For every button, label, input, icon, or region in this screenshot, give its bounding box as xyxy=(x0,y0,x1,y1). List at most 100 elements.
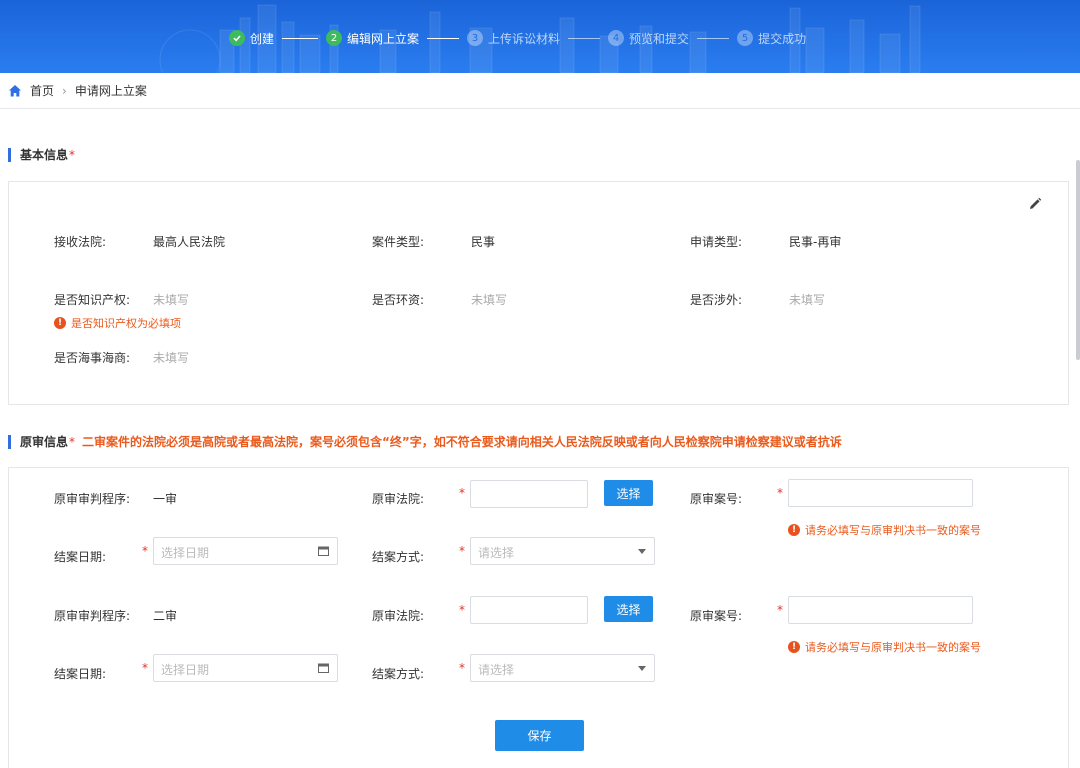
section-title-text: 原审信息 xyxy=(20,435,69,449)
field-label: 是否环资: xyxy=(372,293,425,307)
ip-required-error: ! 是否知识产权为必填项 xyxy=(54,315,181,331)
top-banner: 创建 2 编辑网上立案 3 上传诉讼材料 4 预览和提交 5 提交成功 xyxy=(0,0,1080,73)
step-upload: 3 上传诉讼材料 xyxy=(467,30,560,47)
close-date-label: 结案日期: xyxy=(54,550,107,564)
original-court-input[interactable] xyxy=(470,596,588,624)
close-date-label: 结案日期: xyxy=(54,667,107,681)
section-bar xyxy=(8,434,11,449)
section-bar xyxy=(8,147,11,162)
error-text: 请务必填写与原审判决书一致的案号 xyxy=(805,641,981,654)
placeholder: 选择日期 xyxy=(161,663,210,677)
field-label: 案件类型: xyxy=(372,235,425,249)
step-connector xyxy=(697,37,730,39)
home-icon[interactable] xyxy=(8,84,22,98)
required-mark: * xyxy=(777,603,783,617)
step-connector xyxy=(427,37,460,39)
required-mark: * xyxy=(459,603,465,617)
field-label: 申请类型: xyxy=(690,235,743,249)
step-edit: 2 编辑网上立案 xyxy=(326,30,419,47)
close-method-label: 结案方式: xyxy=(372,667,425,681)
step-label: 上传诉讼材料 xyxy=(488,31,561,46)
breadcrumb-home[interactable]: 首页 xyxy=(30,82,54,99)
field-is-maritime: 是否海事海商: 未填写 xyxy=(54,349,189,366)
step-label: 预览和提交 xyxy=(629,31,690,46)
required-mark: * xyxy=(459,486,465,500)
scrollbar-thumb[interactable] xyxy=(1076,160,1080,360)
field-is-foreign: 是否涉外: 未填写 xyxy=(690,291,825,308)
basic-info-panel: 接收法院: 最高人民法院 案件类型: 民事 申请类型: 民事-再审 是否知识产权… xyxy=(8,181,1069,405)
field-value: 未填写 xyxy=(153,293,190,307)
field-label: 是否涉外: xyxy=(690,293,743,307)
exclamation-circle-icon: ! xyxy=(788,524,800,536)
step-create: 创建 xyxy=(229,30,274,47)
section-title-original: 原审信息 * 二审案件的法院必须是高院或者最高法院，案号必须包含“终”字，如不符… xyxy=(8,433,842,450)
field-value: 民事 xyxy=(471,235,496,249)
field-value: 未填写 xyxy=(471,293,508,307)
check-icon xyxy=(229,30,245,46)
field-value: 未填写 xyxy=(153,351,190,365)
required-mark: * xyxy=(777,486,783,500)
required-mark: * xyxy=(142,661,148,675)
field-label: 是否海事海商: xyxy=(54,351,131,365)
choose-court-button[interactable]: 选择 xyxy=(604,596,653,622)
field-case-type: 案件类型: 民事 xyxy=(372,233,495,250)
procedure-label: 原审审判程序: xyxy=(54,492,131,506)
case-no-label: 原审案号: xyxy=(690,492,743,506)
field-value: 最高人民法院 xyxy=(153,235,226,249)
calendar-icon xyxy=(318,546,329,556)
step-connector xyxy=(282,37,319,39)
exclamation-circle-icon: ! xyxy=(788,641,800,653)
field-receiving-court: 接收法院: 最高人民法院 xyxy=(54,233,225,250)
field-apply-type: 申请类型: 民事-再审 xyxy=(690,233,841,250)
error-text: 请务必填写与原审判决书一致的案号 xyxy=(805,524,981,537)
required-mark: * xyxy=(459,661,465,675)
procedure-value: 二审 xyxy=(153,609,178,623)
caret-down-icon xyxy=(638,666,646,671)
choose-court-button[interactable]: 选择 xyxy=(604,480,653,506)
required-mark: * xyxy=(69,147,76,162)
case-no-input[interactable] xyxy=(788,596,973,624)
main-content: 基本信息 * 接收法院: 最高人民法院 案件类型: 民事 申请类型: 民事-再审… xyxy=(0,109,1080,768)
case-no-error: ! 请务必填写与原审判决书一致的案号 xyxy=(788,639,981,655)
placeholder: 请选择 xyxy=(478,663,515,677)
close-date-picker[interactable]: 选择日期 xyxy=(153,654,338,682)
field-value: 未填写 xyxy=(789,293,826,307)
section-note: 二审案件的法院必须是高院或者最高法院，案号必须包含“终”字，如不符合要求请向相关… xyxy=(82,435,842,449)
placeholder: 选择日期 xyxy=(161,546,210,560)
step-label: 提交成功 xyxy=(758,31,807,46)
step-success: 5 提交成功 xyxy=(737,30,806,47)
original-court-input[interactable] xyxy=(470,480,588,508)
case-no-input[interactable] xyxy=(788,479,973,507)
field-is-ip: 是否知识产权: 未填写 xyxy=(54,291,189,308)
step-number: 3 xyxy=(467,30,484,46)
close-method-label: 结案方式: xyxy=(372,550,425,564)
close-method-select[interactable]: 请选择 xyxy=(470,537,655,565)
field-is-env: 是否环资: 未填写 xyxy=(372,291,507,308)
case-no-error: ! 请务必填写与原审判决书一致的案号 xyxy=(788,522,981,538)
breadcrumb-current: 申请网上立案 xyxy=(74,84,147,98)
case-no-label: 原审案号: xyxy=(690,609,743,623)
field-label: 是否知识产权: xyxy=(54,293,131,307)
step-connector xyxy=(568,37,601,39)
breadcrumb: 首页 › 申请网上立案 xyxy=(0,73,1080,109)
required-mark: * xyxy=(142,544,148,558)
calendar-icon xyxy=(318,663,329,673)
close-method-select[interactable]: 请选择 xyxy=(470,654,655,682)
step-number: 4 xyxy=(608,30,625,46)
required-mark: * xyxy=(459,544,465,558)
step-label: 编辑网上立案 xyxy=(347,31,420,46)
section-title-text: 基本信息 xyxy=(20,148,69,162)
field-value: 民事-再审 xyxy=(789,235,842,249)
placeholder: 请选择 xyxy=(478,546,515,560)
procedure-label: 原审审判程序: xyxy=(54,609,131,623)
chevron-right-icon: › xyxy=(62,83,67,98)
close-date-picker[interactable]: 选择日期 xyxy=(153,537,338,565)
pencil-icon[interactable] xyxy=(1028,197,1042,211)
step-progress: 创建 2 编辑网上立案 3 上传诉讼材料 4 预览和提交 5 提交成功 xyxy=(229,28,806,48)
caret-down-icon xyxy=(638,549,646,554)
field-label: 接收法院: xyxy=(54,235,107,249)
original-court-label: 原审法院: xyxy=(372,492,425,506)
original-court-label: 原审法院: xyxy=(372,609,425,623)
save-button[interactable]: 保存 xyxy=(495,720,584,751)
step-number: 5 xyxy=(737,30,754,46)
